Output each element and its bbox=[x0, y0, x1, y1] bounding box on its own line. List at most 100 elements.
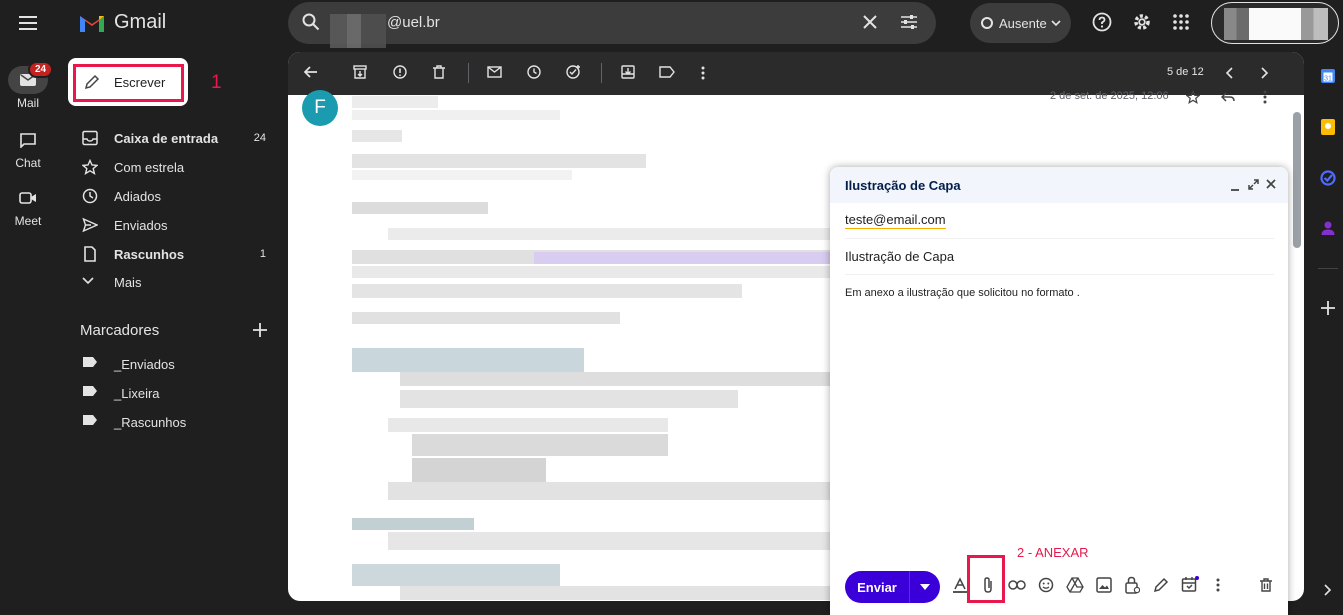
nav-item-starred[interactable]: Com estrela bbox=[72, 153, 272, 181]
chevron-right-icon[interactable] bbox=[1261, 67, 1269, 79]
search-options-icon[interactable] bbox=[900, 14, 918, 30]
search-input[interactable]: @uel.br bbox=[387, 14, 440, 31]
send-button-group: Enviar bbox=[845, 571, 940, 603]
rail-chat[interactable]: Chat bbox=[0, 126, 56, 170]
label-tag-icon[interactable] bbox=[659, 66, 675, 78]
to-field[interactable]: teste@email.com bbox=[845, 203, 1274, 239]
nav-item-drafts[interactable]: Rascunhos 1 bbox=[72, 240, 272, 268]
more-options-icon[interactable] bbox=[1206, 573, 1230, 597]
rail-mail[interactable]: 24 Mail bbox=[0, 61, 56, 110]
rail-chat-label: Chat bbox=[15, 156, 41, 170]
nav-item-label: Mais bbox=[114, 274, 142, 290]
scrollbar-thumb[interactable] bbox=[1293, 112, 1301, 248]
side-panel: 31 bbox=[1313, 0, 1343, 615]
more-vert-icon[interactable] bbox=[701, 66, 705, 80]
mail-unread-badge: 24 bbox=[28, 61, 54, 78]
compose-body-text: Em anexo a ilustração que solicitou no f… bbox=[845, 287, 1080, 299]
google-drive-icon[interactable] bbox=[1063, 573, 1087, 597]
status-label: Ausente bbox=[999, 15, 1047, 31]
recipient-chip[interactable]: teste@email.com bbox=[845, 212, 946, 229]
confidential-mode-icon[interactable] bbox=[1120, 573, 1144, 597]
chevron-down-icon bbox=[1051, 20, 1061, 26]
send-button[interactable]: Enviar bbox=[845, 580, 909, 595]
label-item[interactable]: _Enviados bbox=[72, 350, 272, 378]
schedule-calendar-icon[interactable] bbox=[1178, 573, 1202, 597]
rail-meet[interactable]: Meet bbox=[0, 184, 56, 228]
delete-icon[interactable] bbox=[433, 65, 445, 79]
video-camera-icon bbox=[8, 184, 48, 212]
sender-avatar[interactable]: F bbox=[302, 90, 338, 126]
settings-gear-icon[interactable] bbox=[1132, 12, 1152, 32]
compose-button[interactable]: Escrever bbox=[68, 58, 188, 106]
mark-unread-icon[interactable] bbox=[487, 66, 502, 78]
message-more-icon[interactable] bbox=[1263, 90, 1267, 104]
gmail-logo[interactable]: Gmail bbox=[78, 11, 166, 34]
discard-draft-icon[interactable] bbox=[1254, 573, 1278, 597]
help-icon[interactable] bbox=[1092, 12, 1112, 32]
message-date: 2 de set. de 2025, 12:06 bbox=[1050, 90, 1169, 102]
send-icon bbox=[82, 217, 98, 233]
nav-item-inbox[interactable]: Caixa de entrada 24 bbox=[72, 124, 272, 152]
nav-item-label: Com estrela bbox=[114, 159, 185, 175]
contacts-icon[interactable] bbox=[1320, 220, 1336, 236]
label-item-label: _Rascunhos bbox=[114, 414, 187, 430]
insert-link-icon[interactable] bbox=[1005, 573, 1029, 597]
subject-field[interactable]: Ilustração de Capa bbox=[845, 239, 1274, 275]
apps-grid-icon[interactable] bbox=[1173, 14, 1189, 30]
nav-item-sent[interactable]: Enviados bbox=[72, 211, 272, 239]
label-item[interactable]: _Rascunhos bbox=[72, 408, 272, 436]
subject-input[interactable]: Ilustração de Capa bbox=[845, 249, 954, 264]
pagination-label: 5 de 12 bbox=[1167, 66, 1204, 78]
compose-body[interactable]: Em anexo a ilustração que solicitou no f… bbox=[845, 287, 1274, 547]
label-tag-icon bbox=[83, 357, 97, 367]
nav-item-count: 1 bbox=[259, 248, 266, 260]
add-addon-icon[interactable] bbox=[1321, 301, 1335, 315]
compose-header[interactable]: Ilustração de Capa bbox=[830, 167, 1288, 203]
calendar-icon[interactable]: 31 bbox=[1320, 68, 1336, 84]
highlight-compose-button bbox=[73, 64, 184, 102]
signature-pen-icon[interactable] bbox=[1149, 573, 1173, 597]
compose-title: Ilustração de Capa bbox=[845, 177, 961, 193]
show-side-panel-chevron-icon[interactable] bbox=[1324, 584, 1332, 596]
gmail-m-icon bbox=[80, 15, 104, 32]
move-to-icon[interactable] bbox=[621, 65, 635, 79]
chat-icon bbox=[8, 126, 48, 154]
star-icon[interactable] bbox=[1186, 90, 1200, 104]
report-spam-icon[interactable] bbox=[393, 65, 407, 79]
chevron-left-icon[interactable] bbox=[1225, 67, 1233, 79]
tasks-icon[interactable] bbox=[1320, 170, 1336, 186]
label-item[interactable]: _Lixeira bbox=[72, 379, 272, 407]
labels-heading: Marcadores bbox=[80, 322, 160, 339]
back-arrow-icon[interactable] bbox=[304, 66, 318, 78]
insert-photo-icon[interactable] bbox=[1092, 573, 1116, 597]
label-tag-icon bbox=[83, 415, 97, 425]
archive-icon[interactable] bbox=[353, 65, 367, 79]
side-panel-divider bbox=[1318, 268, 1338, 269]
toolbar-divider bbox=[601, 63, 602, 83]
schedule-send-dropdown-icon[interactable] bbox=[910, 584, 940, 590]
annotation-step-1: 1 bbox=[211, 72, 222, 93]
nav-item-label: Caixa de entrada bbox=[114, 130, 219, 146]
clear-search-icon[interactable] bbox=[862, 14, 878, 30]
add-label-icon[interactable] bbox=[253, 323, 267, 337]
search-bar[interactable]: @uel.br bbox=[288, 2, 936, 48]
reply-icon[interactable] bbox=[1221, 92, 1235, 102]
snooze-clock-icon[interactable] bbox=[527, 65, 541, 79]
redacted-email-user bbox=[330, 14, 386, 48]
message-toolbar: 5 de 12 bbox=[288, 52, 1304, 95]
rail-meet-label: Meet bbox=[14, 214, 42, 228]
keep-icon[interactable] bbox=[1320, 118, 1336, 136]
close-icon[interactable] bbox=[1266, 179, 1276, 189]
label-item-label: _Enviados bbox=[114, 356, 175, 372]
nav-item-snoozed[interactable]: Adiados bbox=[72, 182, 272, 210]
insert-emoji-icon[interactable] bbox=[1034, 573, 1058, 597]
nav-item-label: Enviados bbox=[114, 217, 168, 233]
expand-icon[interactable] bbox=[1248, 179, 1259, 190]
status-dropdown[interactable]: Ausente bbox=[970, 3, 1071, 43]
minimize-icon[interactable] bbox=[1230, 181, 1240, 191]
nav-item-more[interactable]: Mais bbox=[72, 268, 272, 296]
main-menu-icon[interactable] bbox=[14, 12, 42, 34]
status-circle-icon bbox=[981, 17, 993, 29]
search-icon[interactable] bbox=[302, 13, 320, 31]
add-task-icon[interactable] bbox=[566, 65, 581, 79]
